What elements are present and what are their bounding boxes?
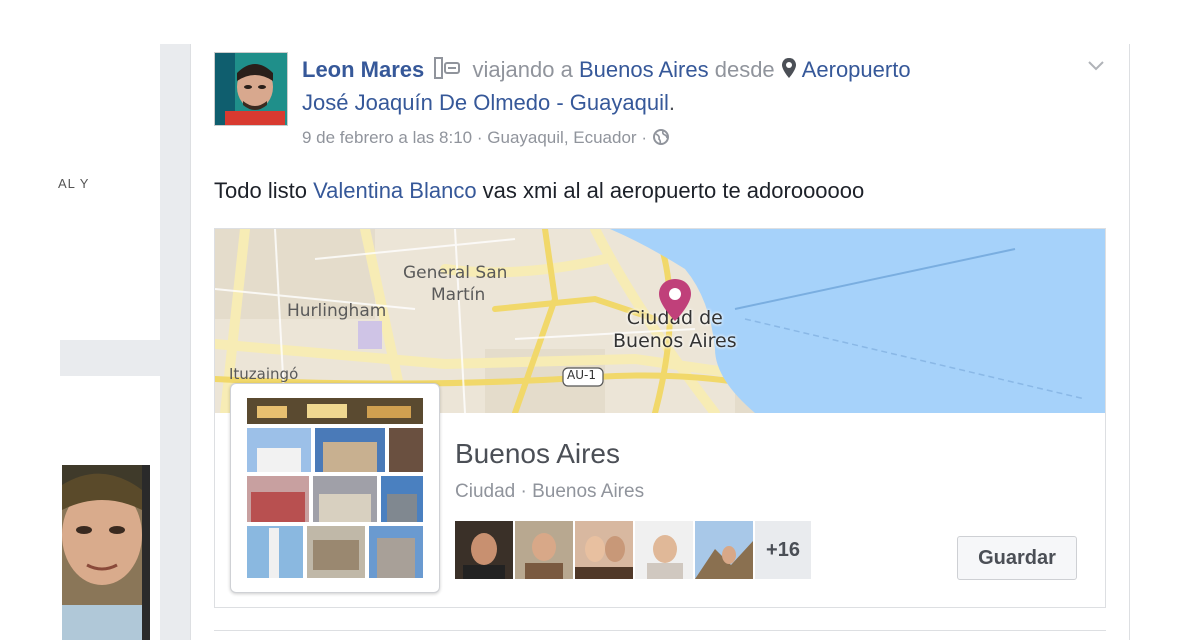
visitor-avatar[interactable]	[455, 521, 513, 579]
more-visitors-count[interactable]: +16	[755, 521, 811, 579]
page-gutter	[160, 44, 190, 640]
tagged-person-link[interactable]: Valentina Blanco	[313, 178, 477, 203]
map-label-hurlingham: Hurlingham	[287, 301, 387, 321]
post-timestamp[interactable]: 9 de febrero a las 8:10	[302, 128, 472, 147]
post-text-after: vas xmi al al aeropuerto te adoroooooo	[476, 178, 865, 203]
from-word: desde	[714, 57, 775, 82]
activity-prefix: viajando a	[472, 57, 573, 82]
chevron-down-icon[interactable]	[1086, 58, 1106, 74]
map-city-line2: Buenos Aires	[613, 330, 737, 352]
place-photo-collage[interactable]	[247, 398, 423, 578]
post-meta: 9 de febrero a las 8:10 · Guayaquil, Ecu…	[302, 128, 670, 151]
post-location[interactable]: Guayaquil, Ecuador	[487, 128, 636, 147]
map-label-ituzaingo: Ituzaingó	[229, 365, 299, 383]
author-avatar[interactable]	[214, 52, 288, 126]
right-column	[1131, 44, 1200, 640]
visitor-avatar[interactable]	[695, 521, 753, 579]
place-category: Ciudad	[455, 481, 516, 502]
author-name[interactable]: Leon Mares	[302, 57, 424, 82]
place-region-link[interactable]: Buenos Aires	[532, 481, 644, 502]
meta-separator: ·	[476, 128, 483, 147]
origin-link-line2[interactable]: José Joaquín De Olmedo - Guayaquil	[302, 90, 669, 115]
origin-link-line1[interactable]: Aeropuerto	[802, 57, 911, 82]
map-pin-icon	[659, 279, 691, 321]
post-header-line2: José Joaquín De Olmedo - Guayaquil.	[302, 90, 675, 116]
place-name-link[interactable]: Buenos Aires	[455, 438, 620, 470]
save-place-button[interactable]: Guardar	[957, 536, 1077, 580]
destination-link[interactable]: Buenos Aires	[579, 57, 709, 82]
facebook-page: AL Y Leon Mares viajando a Buenos Aires …	[0, 0, 1200, 640]
visitor-faces: +16	[455, 521, 811, 579]
post-message: Todo listo Valentina Blanco vas xmi al a…	[214, 178, 864, 204]
meta-separator: ·	[641, 128, 647, 147]
post-header: Leon Mares viajando a Buenos Aires desde…	[302, 56, 911, 86]
place-subtitle: Ciudad · Buenos Aires	[455, 481, 644, 503]
globe-icon[interactable]	[652, 128, 670, 151]
post-bottom-divider	[214, 630, 1106, 631]
left-profile-photo[interactable]	[62, 465, 150, 640]
post-text-before: Todo listo	[214, 178, 314, 203]
map-label-general-san-martin: General San	[403, 263, 508, 283]
place-sub-separator: ·	[520, 481, 527, 502]
left-column-divider	[60, 340, 160, 376]
visitor-avatar[interactable]	[515, 521, 573, 579]
origin-suffix: .	[668, 90, 675, 115]
left-column-snippet: AL Y	[58, 176, 90, 191]
location-pin-icon	[781, 57, 797, 85]
map-label-martin: Martín	[431, 285, 486, 305]
map-label-road: AU-1	[567, 368, 596, 382]
visitor-avatar[interactable]	[575, 521, 633, 579]
travel-icon	[432, 56, 464, 86]
visitor-avatar[interactable]	[635, 521, 693, 579]
